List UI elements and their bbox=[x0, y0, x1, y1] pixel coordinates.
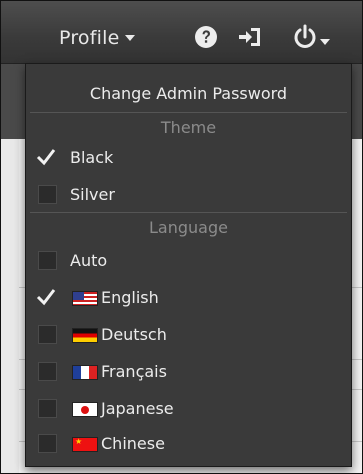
top-bar: Profile bbox=[1, 1, 362, 64]
language-option-deutsch[interactable]: Deutsch bbox=[26, 317, 351, 353]
background-edge bbox=[1, 139, 19, 473]
power-menu-button[interactable] bbox=[291, 23, 347, 51]
japan-flag-icon bbox=[72, 402, 98, 417]
china-flag-icon: ★ bbox=[72, 437, 98, 452]
language-option-francais[interactable]: Français bbox=[26, 354, 351, 390]
power-icon bbox=[294, 24, 316, 48]
theme-option-label: Silver bbox=[70, 185, 115, 204]
language-section-header: Language bbox=[149, 218, 228, 237]
language-option-label: Deutsch bbox=[101, 325, 167, 344]
logout-icon[interactable] bbox=[237, 25, 263, 49]
theme-section-header: Theme bbox=[160, 118, 217, 137]
help-icon[interactable] bbox=[194, 25, 218, 49]
menu-divider bbox=[30, 212, 347, 213]
france-flag-icon bbox=[72, 365, 98, 380]
theme-option-label: Black bbox=[70, 148, 114, 167]
checkbox-unchecked bbox=[38, 399, 57, 418]
chevron-down-icon bbox=[125, 34, 136, 41]
language-option-label: Chinese bbox=[101, 434, 165, 453]
checkmark-icon bbox=[36, 289, 56, 306]
screenshot-frame: Profile Change Admin Password Theme Blac… bbox=[0, 0, 363, 474]
menu-divider bbox=[30, 112, 347, 113]
checkbox-unchecked bbox=[38, 434, 57, 453]
checkmark-icon bbox=[36, 149, 56, 166]
language-option-label: Japanese bbox=[101, 399, 174, 418]
profile-label: Profile bbox=[59, 27, 120, 49]
us-flag-icon bbox=[72, 291, 98, 306]
language-option-auto[interactable]: Auto bbox=[26, 243, 351, 279]
language-option-label: English bbox=[101, 288, 159, 307]
profile-dropdown-menu: Change Admin Password Theme Black Silver… bbox=[25, 63, 352, 467]
theme-option-black[interactable]: Black bbox=[26, 140, 351, 176]
language-option-chinese[interactable]: ★ Chinese bbox=[26, 426, 351, 462]
theme-option-silver[interactable]: Silver bbox=[26, 177, 351, 213]
checkbox-unchecked bbox=[38, 185, 57, 204]
change-admin-password-item[interactable]: Change Admin Password bbox=[26, 76, 351, 112]
change-password-label: Change Admin Password bbox=[89, 84, 288, 103]
checkbox-unchecked bbox=[38, 251, 57, 270]
language-option-label: Français bbox=[101, 362, 167, 381]
language-option-label: Auto bbox=[70, 251, 108, 270]
language-option-japanese[interactable]: Japanese bbox=[26, 391, 351, 427]
checkbox-unchecked bbox=[38, 362, 57, 381]
checkbox-unchecked bbox=[38, 325, 57, 344]
germany-flag-icon bbox=[72, 328, 98, 343]
profile-menu-button[interactable]: Profile bbox=[59, 27, 136, 49]
language-option-english[interactable]: English bbox=[26, 280, 351, 316]
